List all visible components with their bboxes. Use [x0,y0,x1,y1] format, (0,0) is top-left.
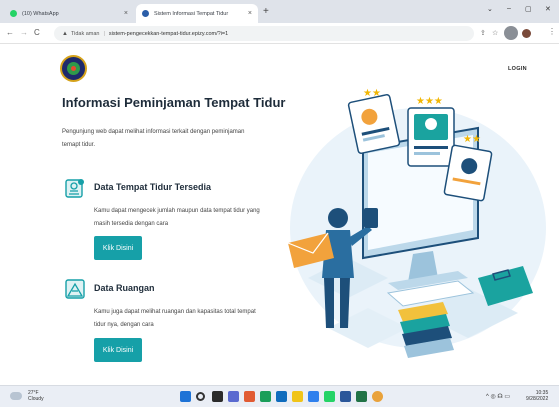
windows-taskbar: 27°F Cloudy ^ ◎ ☊ ▭ 10:35 9/28/2022 [0,385,559,407]
feature-title-room: Data Ruangan [94,283,155,293]
close-icon[interactable]: × [124,10,128,17]
file-explorer-icon[interactable] [292,391,303,402]
system-tray-icons[interactable]: ^ ◎ ☊ ▭ [486,393,510,400]
cloud-icon [10,392,22,400]
whatsapp-favicon-icon [10,10,17,17]
bed-info-icon [65,179,84,198]
forward-button[interactable]: → [20,28,28,37]
close-icon[interactable]: × [248,10,252,17]
maximize-button[interactable]: ▢ [525,5,532,13]
bed-data-button[interactable]: Klik Disini [94,236,142,260]
tab-title: (10) WhatsApp [22,10,59,17]
login-link[interactable]: LOGIN [508,66,527,72]
windows-start-icon[interactable] [180,391,191,402]
share-icon[interactable]: ⇪ [480,29,486,37]
tab-search-icon[interactable]: ⌄ [487,5,493,13]
app-icon[interactable] [244,391,255,402]
site-logo[interactable] [60,55,87,82]
feature-title-bed: Data Tempat Tidur Tersedia [94,182,212,192]
word-icon[interactable] [340,391,351,402]
tab-whatsapp[interactable]: (10) WhatsApp × [4,4,134,23]
page-title: Informasi Peminjaman Tempat Tidur [62,95,286,110]
search-icon[interactable] [196,392,205,401]
intro-text: Pengunjung web dapat melihat informasi t… [62,129,245,148]
excel-icon[interactable] [356,391,367,402]
logo-core [71,66,76,71]
room-data-button[interactable]: Klik Disini [94,338,142,362]
address-input[interactable]: ▲ Tidak aman | sistem-pengecekkan-tempat… [54,26,474,41]
feature-desc-bed: Kamu dapat mengecek jumlah maupun data t… [94,208,260,227]
address-bar-row: ← → C ▲ Tidak aman | sistem-pengecekkan-… [0,23,559,44]
svg-text:★★: ★★ [363,88,381,99]
store-icon[interactable] [276,391,287,402]
new-tab-button[interactable]: + [263,6,269,17]
room-icon [65,279,85,299]
whatsapp-icon[interactable] [324,391,335,402]
clock[interactable]: 10:35 9/28/2022 [526,390,548,402]
back-button[interactable]: ← [6,28,14,37]
feature-desc-room: Kamu juga dapat melihat ruangan dan kapa… [94,309,256,328]
profile-avatar[interactable] [522,29,531,38]
tab-sistem-informasi[interactable]: Sistem Informasi Tempat Tidur × [136,4,258,23]
url-text[interactable]: sistem-pengecekkan-tempat-tidur.epizy.co… [109,31,228,37]
svg-text:★★★: ★★★ [416,96,443,107]
edge-browser-icon[interactable] [260,391,271,402]
chrome-icon[interactable] [372,391,383,402]
minimize-button[interactable]: – [507,5,511,12]
widgets-icon[interactable] [228,391,239,402]
browser-tab-strip: (10) WhatsApp × Sistem Informasi Tempat … [0,0,559,23]
extension-avatar-icon[interactable] [504,26,518,40]
task-view-icon[interactable] [212,391,223,402]
computer-user-illustration: ★★ ★★★ ★★ [287,88,546,358]
reload-button[interactable]: C [34,28,40,37]
tab-title: Sistem Informasi Tempat Tidur [154,10,229,17]
browser-menu-icon[interactable]: ⋮ [548,27,556,36]
security-label[interactable]: Tidak aman [71,31,100,37]
weather-text: Cloudy [28,396,44,402]
separator: | [103,30,105,37]
site-favicon-icon [142,10,149,17]
weather-widget[interactable]: 27°F Cloudy [28,390,44,402]
svg-text:★★: ★★ [463,134,481,145]
bookmark-star-icon[interactable]: ☆ [492,29,498,37]
close-window-button[interactable]: ✕ [545,5,551,13]
warning-icon[interactable]: ▲ [62,31,68,37]
clock-date: 9/28/2022 [526,396,549,402]
mail-icon[interactable] [308,391,319,402]
